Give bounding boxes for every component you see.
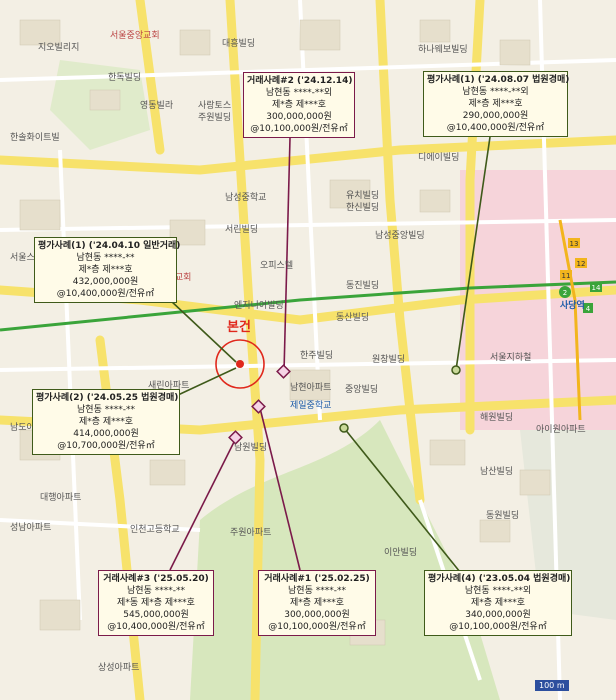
line-badge-13: 13 xyxy=(570,240,579,248)
callout-line: 제*층 제***호 xyxy=(272,100,326,110)
poi-label: 지오빌리지 xyxy=(38,43,80,53)
appraisal1-marker-icon[interactable] xyxy=(451,365,461,375)
poi-label: 남성중앙빌딩 xyxy=(375,231,425,241)
line-badge-4: 4 xyxy=(586,305,591,313)
line-badge-12: 12 xyxy=(577,260,586,268)
line-badge-14: 14 xyxy=(592,284,601,292)
poi-label: 남현아파트 xyxy=(290,383,332,393)
scale-bar: 100 m xyxy=(535,680,569,691)
station-label[interactable]: 사당역 xyxy=(560,298,585,311)
poi-label: 중앙빌딩 xyxy=(345,385,379,395)
callout-line: @10,100,000원/전유㎡ xyxy=(449,622,547,632)
callout-deal1[interactable]: 거래사례#1 ('25.02.25) 남현동 ****-** 제*층 제***호… xyxy=(258,570,376,636)
poi-label: 주원빌딩 xyxy=(198,113,232,123)
line-badge-2: 2 xyxy=(563,289,567,297)
subject-marker-icon[interactable] xyxy=(236,360,244,368)
poi-label: 동산빌딩 xyxy=(336,313,370,323)
callout-header: 평가사례(2) ('24.05.25 법원경매) xyxy=(36,393,179,403)
callout-header: 거래사례#1 ('25.02.25) xyxy=(264,574,370,584)
callout-line: 제*층 제***호 xyxy=(471,598,525,608)
callout-line: @10,400,000원/전유㎡ xyxy=(107,622,205,632)
rail-label: 서울지하철 xyxy=(490,353,532,363)
poi-label: 남원빌딩 xyxy=(234,443,268,453)
callout-line: 414,000,000원 xyxy=(73,429,139,439)
poi-label: 한주빌딩 xyxy=(300,351,334,361)
poi-label: 대흥빌딩 xyxy=(222,39,256,49)
poi-label: 한독빌딩 xyxy=(108,73,142,83)
callout-appraisal1[interactable]: 평가사례(1) ('24.08.07 법원경매) 남현동 ****-**외 제*… xyxy=(423,71,570,137)
callout-line: 340,000,000원 xyxy=(465,610,531,620)
poi-label: 디에이빌딩 xyxy=(418,153,460,163)
callout-header: 평가사례(4) ('23.05.04 법원경매) xyxy=(428,574,571,584)
line-badge-11: 11 xyxy=(562,272,571,280)
callout-line: 남현동 ****-** xyxy=(288,586,346,596)
poi-label: 하나웨보빌딩 xyxy=(418,45,468,55)
callout-line: @10,100,000원/전유㎡ xyxy=(250,124,348,134)
poi-label: 아이원아파트 xyxy=(536,425,586,435)
poi-label: 원창빌딩 xyxy=(372,355,406,365)
callout-line: 남현동 ****-** xyxy=(76,253,135,263)
subject-label: 본건 xyxy=(227,320,251,335)
callout-line: 432,000,000원 xyxy=(72,277,139,287)
appraisal4-marker-icon[interactable] xyxy=(339,423,349,433)
callout-deal2[interactable]: 거래사례#2 ('24.12.14) 남현동 ****-**외 제*층 제***… xyxy=(243,72,355,138)
callout-line: 545,000,000원 xyxy=(123,610,189,620)
callout-line: @10,100,000원/전유㎡ xyxy=(268,622,366,632)
poi-label: 인천고등학교 xyxy=(130,525,180,535)
callout-header: 평가사례(1) ('24.08.07 법원경매) xyxy=(427,75,570,85)
poi-label: 엔지니어빌딩 xyxy=(234,301,284,311)
callout-line: 제*층 제***호 xyxy=(468,99,523,109)
callout-line: 제*동 제*층 제***호 xyxy=(117,598,195,608)
poi-label: 해원빌딩 xyxy=(480,413,514,423)
callout-line: 남현동 ****-**외 xyxy=(462,87,529,97)
poi-label: 동원빌딩 xyxy=(486,511,520,521)
callout-appraisal-left1[interactable]: 평가사례(1) ('24.04.10 일반거래) 남현동 ****-** 제*층… xyxy=(34,237,181,303)
callout-line: 남현동 ****-** xyxy=(77,405,135,415)
callout-appraisal4[interactable]: 평가사례(4) ('23.05.04 법원경매) 남현동 ****-**외 제*… xyxy=(424,570,572,636)
poi-label: 오피스텔 xyxy=(260,261,294,271)
callout-line: @10,700,000원/전유㎡ xyxy=(57,441,155,451)
callout-line: 300,000,000원 xyxy=(266,112,332,122)
poi-label: 남산빌딩 xyxy=(480,467,514,477)
callout-deal3[interactable]: 거래사례#3 ('25.05.20) 남현동 ****-** 제*동 제*층 제… xyxy=(98,570,214,636)
poi-label: 제일중학교 xyxy=(290,401,332,411)
callout-header: 평가사례(1) ('24.04.10 일반거래) xyxy=(38,241,181,251)
poi-label: 성남아파트 xyxy=(10,523,52,533)
poi-label: 이안빌딩 xyxy=(384,548,418,558)
callout-line: 290,000,000원 xyxy=(462,111,529,121)
callout-line: @10,400,000원/전유㎡ xyxy=(56,289,155,299)
callout-line: 남현동 ****-**외 xyxy=(464,586,532,596)
poi-label: 한솔화이트빌 xyxy=(10,133,60,143)
poi-label: 서울중앙교회 xyxy=(110,31,160,41)
callout-line: 제*층 제***호 xyxy=(290,598,344,608)
poi-label: 상성아파트 xyxy=(98,663,140,673)
poi-label: 동진빌딩 xyxy=(346,281,380,291)
poi-label: 서린빌딩 xyxy=(225,225,259,235)
poi-label: 한신빌딩 xyxy=(346,203,380,213)
callout-header: 거래사례#3 ('25.05.20) xyxy=(103,574,209,584)
callout-header: 거래사례#2 ('24.12.14) xyxy=(247,76,353,86)
poi-label: 남성중학교 xyxy=(225,193,267,203)
callout-line: 제*층 제***호 xyxy=(78,265,133,275)
poi-label: 영동빌라 xyxy=(140,101,174,111)
callout-line: 남현동 ****-**외 xyxy=(265,88,333,98)
callout-line: @10,400,000원/전유㎡ xyxy=(446,123,545,133)
callout-line: 남현동 ****-** xyxy=(127,586,185,596)
callout-line: 300,000,000원 xyxy=(284,610,350,620)
poi-label: 대행아파트 xyxy=(40,493,82,503)
callout-line: 제*층 제***호 xyxy=(79,417,133,427)
callout-appraisal2[interactable]: 평가사례(2) ('24.05.25 법원경매) 남현동 ****-** 제*층… xyxy=(32,389,180,455)
poi-label: 주원아파트 xyxy=(230,528,272,538)
